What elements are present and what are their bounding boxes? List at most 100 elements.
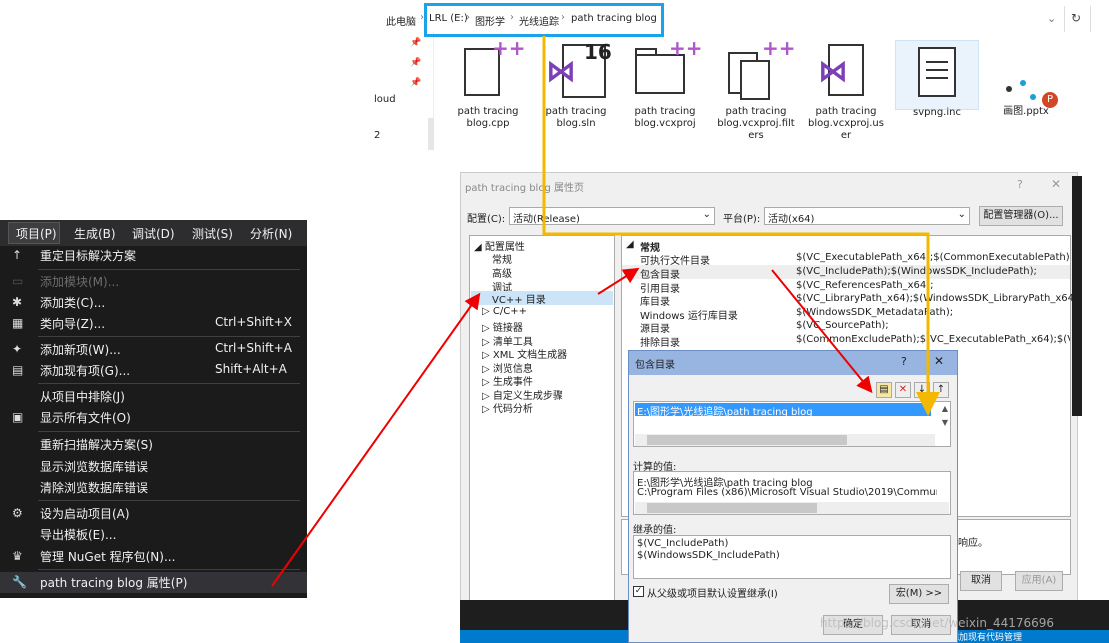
horizontal-scrollbar[interactable] (635, 502, 949, 514)
menu-item-properties[interactable]: 🔧 path tracing blog 属性(P) (0, 572, 307, 593)
computed-values-box: E:\图形学\光线追踪\path tracing blog C:\Program… (633, 471, 951, 515)
grid-section-general[interactable]: ◢ 常规 (622, 238, 1070, 254)
close-icon[interactable]: ✕ (1051, 177, 1061, 191)
file-label: blog.vcxproj.us (808, 118, 884, 129)
grid-row[interactable]: 引用目录 $(VC_ReferencesPath_x64); (622, 279, 1070, 295)
close-icon[interactable]: ✕ (934, 354, 944, 368)
tree-node-cpp[interactable]: ▷ C/C++ (482, 306, 527, 317)
scroll-down-icon[interactable]: ▼ (942, 418, 948, 427)
version-badge: 16 (584, 40, 612, 64)
arrow-up-icon: ↑ (12, 248, 23, 262)
row-value: $(VC_ExecutablePath_x64);$(CommonExecuta… (796, 252, 1070, 263)
row-value: $(VC_LibraryPath_x64);$(WindowsSDK_Libra… (796, 293, 1078, 304)
grid-row[interactable]: 排除目录 $(CommonExcludePath);$(VC_Executable… (622, 333, 1070, 347)
include-list: E:\图形学\光线追踪\path tracing blog ▲ ▼ (633, 401, 951, 447)
tree-node-vc-directories[interactable]: VC++ 目录 (471, 291, 613, 306)
file-item-cpp[interactable]: ++ path tracing blog.cpp (446, 38, 530, 130)
file-item-filters[interactable]: ++ path tracing blog.vcxproj.filt ers (714, 38, 798, 142)
tree-node-linker[interactable]: ▷ 链接器 (482, 319, 523, 334)
cancel-button[interactable]: 取消 (960, 571, 1002, 591)
menu-item-exclude[interactable]: 从项目中排除(J) (0, 386, 307, 407)
file-label: blog.vcxproj.filt (717, 118, 795, 129)
apply-button[interactable]: 应用(A) (1015, 571, 1063, 591)
menu-item-label: 类向导(Z)... (40, 317, 106, 331)
nav-item-cloud[interactable]: loud (374, 94, 396, 105)
row-value: $(CommonExcludePath);$(VC_ExecutablePath… (796, 334, 1070, 345)
file-label: blog.sln (556, 118, 596, 129)
vs-solution-icon: 16 ⋈ (534, 40, 618, 106)
menu-item-label: 重新扫描解决方案(S) (40, 438, 153, 452)
menu-item-retarget[interactable]: ↑ 重定目标解决方案 (0, 245, 307, 266)
inherit-checkbox[interactable]: ✓ (633, 586, 644, 597)
horizontal-scrollbar[interactable] (635, 434, 935, 446)
move-down-icon[interactable]: ↓ (914, 382, 930, 398)
menu-analyze[interactable]: 分析(N) (250, 225, 292, 242)
new-line-folder-icon[interactable]: ▤ (876, 382, 892, 398)
filters-file-icon: ++ (714, 38, 798, 106)
tree-node-advanced[interactable]: 高级 (492, 265, 512, 280)
menu-item-add-module: ▭ 添加模块(M)... (0, 271, 307, 292)
wrench-icon: 🔧 (12, 575, 27, 589)
config-select[interactable]: 活动(Release) ⌄ (509, 207, 715, 225)
file-label: ers (748, 130, 764, 141)
existing-item-icon: ▤ (12, 363, 24, 377)
tree-node-xml-doc[interactable]: ▷ XML 文档生成器 (482, 346, 567, 361)
menu-separator (38, 383, 300, 384)
chevron-down-icon[interactable]: ⌄ (1047, 12, 1056, 25)
nav-item[interactable]: 2 (374, 130, 380, 141)
platform-label: 平台(P): (723, 214, 761, 225)
nav-scrollbar[interactable] (428, 118, 434, 150)
tree-node-general[interactable]: 常规 (492, 251, 512, 266)
menu-item-nuget[interactable]: ♛ 管理 NuGet 程序包(N)... (0, 546, 307, 567)
menu-item-rescan[interactable]: 重新扫描解决方案(S) (0, 434, 307, 455)
grid-row[interactable]: 库目录 $(VC_LibraryPath_x64);$(WindowsSDK_Li… (622, 292, 1078, 308)
menu-item-show-db-errors[interactable]: 显示浏览数据库错误 (0, 456, 307, 477)
scrollbar-thumb[interactable] (647, 435, 847, 445)
file-item-user[interactable]: ⋈ path tracing blog.vcxproj.us er (804, 40, 888, 142)
scrollbar-thumb[interactable] (647, 503, 817, 513)
menu-debug[interactable]: 调试(D) (132, 225, 175, 242)
help-icon[interactable]: ? (901, 355, 907, 368)
config-manager-button[interactable]: 配置管理器(O)... (979, 206, 1063, 226)
grid-row-include[interactable]: 包含目录 $(VC_IncludePath);$(WindowsSDK_Inclu… (622, 265, 1070, 281)
shortcut-text: Ctrl+Shift+A (215, 341, 292, 355)
breadcrumb-this-pc[interactable]: 此电脑 (386, 13, 416, 28)
menu-item-export-template[interactable]: 导出模板(E)... (0, 524, 307, 545)
refresh-icon[interactable]: ↻ (1071, 11, 1081, 25)
tree-node-code-analysis[interactable]: ▷ 代码分析 (482, 400, 533, 415)
file-item-inc[interactable]: svpng.inc (895, 40, 979, 118)
grid-row[interactable]: 可执行文件目录 $(VC_ExecutablePath_x64);$(Common… (622, 251, 1070, 267)
project-menu: 项目(P) 生成(B) 调试(D) 测试(S) 分析(N) ↑ 重定目标解决方案 … (0, 220, 307, 598)
menu-item-add-new-item[interactable]: ✦ 添加新项(W)... Ctrl+Shift+A (0, 339, 307, 360)
menu-build[interactable]: 生成(B) (74, 225, 116, 242)
delete-line-icon[interactable]: ✕ (895, 382, 911, 398)
menu-test[interactable]: 测试(S) (192, 225, 233, 242)
file-item-vcxproj[interactable]: ++ path tracing blog.vcxproj (623, 38, 707, 130)
menu-item-show-all-files[interactable]: ▣ 显示所有文件(O) (0, 407, 307, 428)
inherited-values-label: 继承的值: (633, 525, 677, 536)
file-item-sln[interactable]: 16 ⋈ path tracing blog.sln (534, 40, 618, 130)
file-item-pptx[interactable]: P 画图.pptx (984, 40, 1068, 118)
platform-select[interactable]: 活动(x64) ⌄ (764, 207, 970, 225)
description-text: 响应。 (958, 538, 988, 549)
nuget-icon: ♛ (12, 549, 23, 563)
gear-icon: ⚙ (12, 506, 23, 520)
dialog-title: path tracing blog 属性页 (465, 183, 584, 194)
include-entry[interactable]: E:\图形学\光线追踪\path tracing blog (635, 403, 931, 418)
move-up-icon[interactable]: ↑ (933, 382, 949, 398)
menu-item-class-wizard[interactable]: ▦ 类向导(Z)... Ctrl+Shift+X (0, 313, 307, 334)
collapse-icon: ◢ (626, 239, 634, 250)
vs-user-icon: ⋈ (804, 40, 888, 106)
macro-button[interactable]: 宏(M) >> (889, 584, 949, 604)
tree-node-build-events[interactable]: ▷ 生成事件 (482, 373, 533, 388)
scroll-up-icon[interactable]: ▲ (942, 404, 948, 413)
menu-item-add-class[interactable]: ✱ 添加类(C)... (0, 292, 307, 313)
menu-project[interactable]: 项目(P) (16, 225, 57, 242)
menu-item-clear-db-errors[interactable]: 清除浏览数据库错误 (0, 477, 307, 498)
search-box[interactable] (1090, 6, 1109, 32)
help-icon[interactable]: ? (1017, 178, 1023, 191)
grid-row[interactable]: 源目录 $(VC_SourcePath); (622, 319, 1070, 335)
menu-item-set-startup[interactable]: ⚙ 设为启动项目(A) (0, 503, 307, 524)
menu-item-add-existing-item[interactable]: ▤ 添加现有项(G)... Shift+Alt+A (0, 360, 307, 381)
grid-row[interactable]: Windows 运行库目录 $(WindowsSDK_MetadataPath); (622, 306, 1070, 322)
